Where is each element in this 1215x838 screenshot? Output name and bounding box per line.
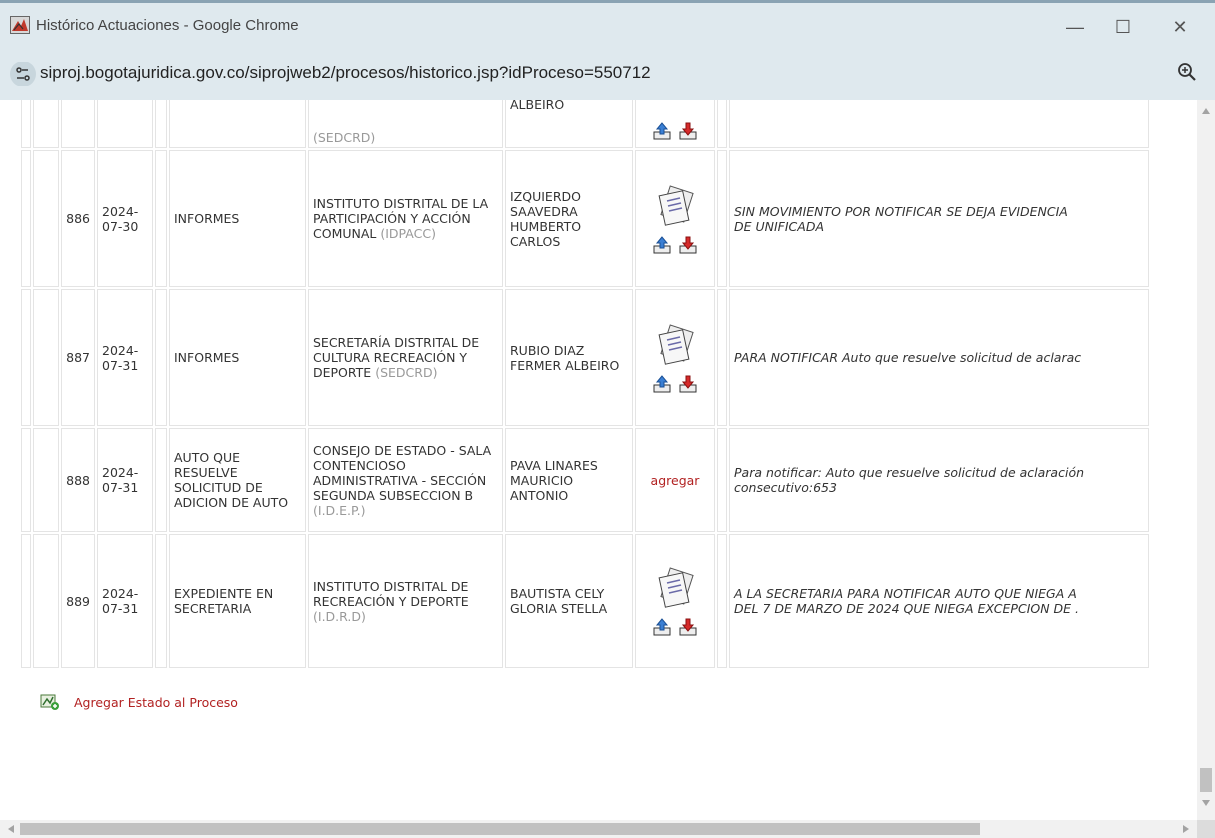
observation-line: consecutivo:653 [734, 480, 837, 495]
maximize-button[interactable]: ☐ [1103, 11, 1143, 43]
row-entity: INSTITUTO DISTRITAL DE RECREACIÓN Y DEPO… [308, 534, 503, 668]
row-type: EXPEDIENTE EN SECRETARIA [169, 534, 306, 668]
download-icon[interactable] [678, 121, 698, 141]
app-logo-icon [10, 16, 30, 34]
document-icon[interactable] [653, 184, 697, 229]
observation-line: Para notificar: Auto que resuelve solici… [734, 465, 1085, 480]
entity-abbr: (I.D.E.P.) [313, 502, 366, 518]
add-state-link[interactable]: Agregar Estado al Proceso [40, 693, 238, 711]
row-date: 2024-07-31 [97, 534, 153, 668]
url-text[interactable]: siproj.bogotajuridica.gov.co/siprojweb2/… [40, 63, 651, 83]
observation-line: SIN MOVIMIENTO POR NOTIFICAR SE DEJA EVI… [734, 203, 1068, 219]
upload-icon[interactable] [652, 121, 672, 141]
entity-abbr: (IDPACC) [380, 226, 436, 241]
row-number: 889 [61, 534, 95, 668]
table-row: 889 2024-07-31 EXPEDIENTE EN SECRETARIA … [21, 534, 1149, 668]
row-type: AUTO QUE RESUELVE SOLICITUD DE ADICION D… [169, 428, 306, 532]
scroll-left-arrow-icon[interactable] [8, 825, 14, 833]
table-row: 886 2024-07-30 INFORMES INSTITUTO DISTRI… [21, 150, 1149, 287]
download-icon[interactable] [678, 374, 698, 394]
window-title-bar: Histórico Actuaciones - Google Chrome — … [0, 0, 1215, 48]
row-entity: INSTITUTO DISTRITAL DE LA PARTICIPACIÓN … [308, 150, 503, 287]
row-date: 2024-07-31 [97, 289, 153, 426]
minimize-button[interactable]: — [1055, 11, 1095, 43]
site-info-icon[interactable] [9, 62, 37, 86]
scrollbar-corner [1197, 820, 1215, 838]
upload-icon[interactable] [652, 235, 672, 255]
vertical-scrollbar[interactable] [1197, 100, 1215, 820]
row-person: PAVA LINARES MAURICIO ANTONIO [505, 428, 633, 532]
row-entity: SECRETARÍA DISTRITAL DE CULTURA RECREACI… [308, 289, 503, 426]
person-name: ALBEIRO [510, 100, 565, 112]
table-row: (SEDCRD) ALBEIRO [21, 100, 1149, 148]
row-person: RUBIO DIAZ FERMER ALBEIRO [505, 289, 633, 426]
observation-line: DE UNIFICADA [734, 218, 825, 234]
row-observation: Para notificar: Auto que resuelve solici… [729, 428, 1149, 532]
observation-line: A LA SECRETARIA PARA NOTIFICAR AUTO QUE … [734, 586, 1077, 601]
entity-name: INSTITUTO DISTRITAL DE RECREACIÓN Y DEPO… [313, 578, 469, 609]
row-type: INFORMES [169, 289, 306, 426]
horizontal-scrollbar[interactable] [0, 820, 1197, 838]
address-bar: siproj.bogotajuridica.gov.co/siprojweb2/… [0, 48, 1215, 101]
row-type: INFORMES [169, 150, 306, 287]
upload-icon[interactable] [652, 617, 672, 637]
row-person: BAUTISTA CELY GLORIA STELLA [505, 534, 633, 668]
close-button[interactable]: ✕ [1160, 11, 1200, 43]
table-row: 887 2024-07-31 INFORMES SECRETARÍA DISTR… [21, 289, 1149, 426]
add-state-label[interactable]: Agregar Estado al Proceso [74, 695, 238, 710]
scroll-right-arrow-icon[interactable] [1183, 825, 1189, 833]
entity-name: CONSEJO DE ESTADO - SALA CONTENCIOSO ADM… [313, 442, 492, 503]
upload-icon[interactable] [652, 374, 672, 394]
history-table: (SEDCRD) ALBEIRO 886 2024-07-30 INFORMES… [19, 100, 1151, 670]
document-icon[interactable] [653, 567, 697, 611]
row-number: 886 [61, 150, 95, 287]
zoom-icon[interactable] [1177, 62, 1197, 84]
row-number: 888 [61, 428, 95, 532]
page-viewport: (SEDCRD) ALBEIRO 886 2024-07-30 INFORMES… [0, 100, 1197, 820]
entity-abbr: (I.D.R.D) [313, 608, 366, 624]
entity-abbr: (SEDCRD) [375, 365, 438, 380]
add-state-icon[interactable] [40, 693, 60, 711]
window-title: Histórico Actuaciones - Google Chrome [36, 17, 299, 34]
row-number: 887 [61, 289, 95, 426]
row-observation: A LA SECRETARIA PARA NOTIFICAR AUTO QUE … [729, 534, 1149, 668]
scroll-up-arrow-icon[interactable] [1202, 108, 1210, 114]
add-document-link[interactable]: agregar [651, 473, 700, 488]
vertical-scroll-thumb[interactable] [1200, 768, 1212, 792]
row-observation: SIN MOVIMIENTO POR NOTIFICAR SE DEJA EVI… [729, 150, 1149, 287]
entity-abbr: (SEDCRD) [313, 130, 376, 145]
row-observation: PARA NOTIFICAR Auto que resuelve solicit… [729, 289, 1149, 426]
observation-line: DEL 7 DE MARZO DE 2024 QUE NIEGA EXCEPCI… [734, 601, 1080, 616]
table-row: 888 2024-07-31 AUTO QUE RESUELVE SOLICIT… [21, 428, 1149, 532]
download-icon[interactable] [678, 235, 698, 255]
horizontal-scroll-thumb[interactable] [20, 823, 980, 835]
row-date: 2024-07-30 [97, 150, 153, 287]
download-icon[interactable] [678, 617, 698, 637]
row-date: 2024-07-31 [97, 428, 153, 532]
document-icon[interactable] [653, 323, 697, 368]
scroll-down-arrow-icon[interactable] [1202, 800, 1210, 806]
row-entity: CONSEJO DE ESTADO - SALA CONTENCIOSO ADM… [308, 428, 503, 532]
row-person: IZQUIERDO SAAVEDRA HUMBERTO CARLOS [505, 150, 633, 287]
observation-line: PARA NOTIFICAR Auto que resuelve solicit… [734, 350, 1082, 365]
